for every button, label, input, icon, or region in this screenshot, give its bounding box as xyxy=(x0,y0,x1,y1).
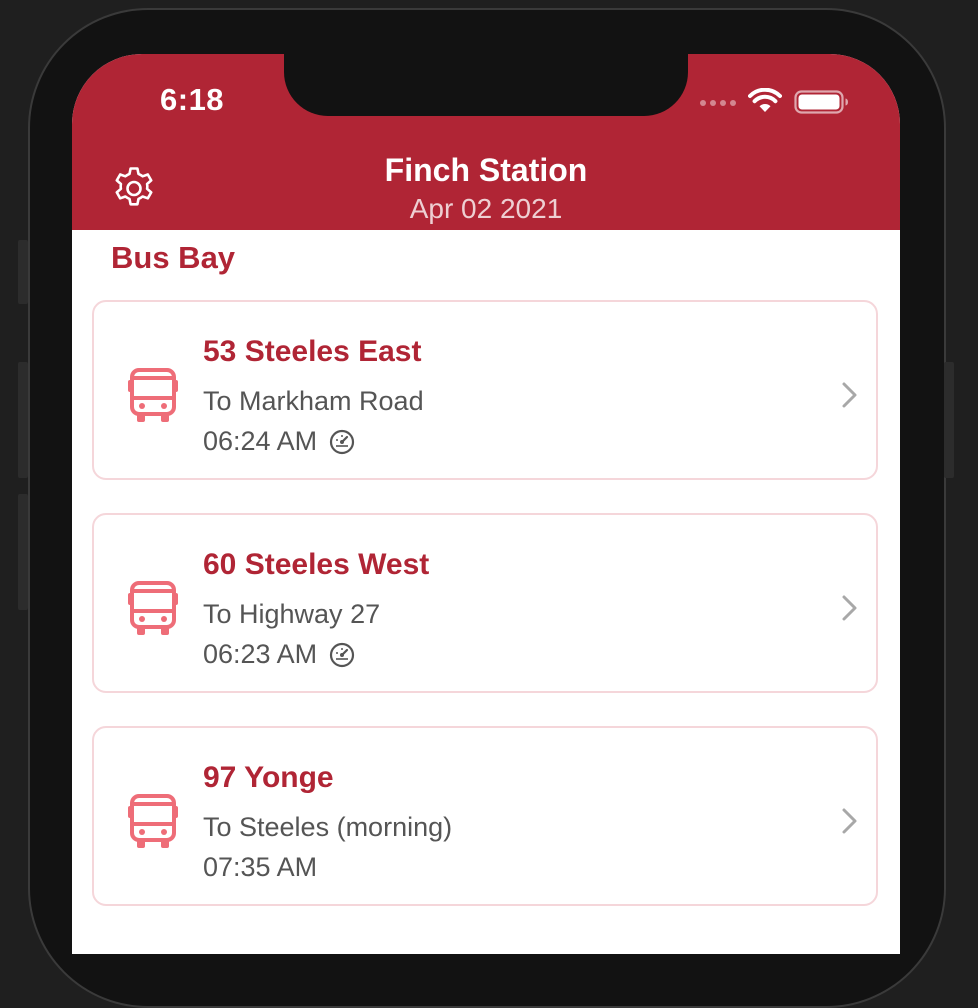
notch xyxy=(284,54,688,116)
page-subtitle-date: Apr 02 2021 xyxy=(409,193,563,224)
app-screen: 6:18 Finch Station Apr 02 2021 Bus Bay 5… xyxy=(72,54,900,954)
wifi-icon xyxy=(748,88,782,112)
bus-icon xyxy=(128,794,178,848)
route-card[interactable]: 60 Steeles West To Highway 27 06:23 AM xyxy=(92,513,878,693)
route-name: 53 Steeles East xyxy=(203,335,422,368)
bus-icon xyxy=(128,368,178,422)
chevron-right-icon xyxy=(842,595,857,621)
cellular-signal-icon xyxy=(700,100,736,106)
departure-row: 06:24 AM xyxy=(203,426,355,457)
departure-time: 07:35 AM xyxy=(203,852,318,882)
nav-header: 6:18 Finch Station Apr 02 2021 xyxy=(72,54,900,230)
route-name: 97 Yonge xyxy=(203,761,334,794)
speedometer-icon xyxy=(329,429,355,454)
chevron-right-icon xyxy=(842,382,857,408)
departure-row: 06:23 AM xyxy=(203,639,355,670)
route-direction: To Markham Road xyxy=(203,386,424,416)
volume-up-button xyxy=(18,362,28,478)
departure-row: 07:35 AM xyxy=(203,852,317,883)
route-direction: To Steeles (morning) xyxy=(203,812,453,842)
volume-down-button xyxy=(18,494,28,610)
departure-time: 06:24 AM xyxy=(203,426,318,456)
page-title: Finch Station xyxy=(384,152,588,188)
status-time: 6:18 xyxy=(160,82,225,117)
section-header: Bus Bay xyxy=(111,240,236,275)
route-direction: To Highway 27 xyxy=(203,599,381,629)
bus-icon xyxy=(128,581,178,635)
speedometer-icon xyxy=(329,642,355,667)
battery-icon xyxy=(794,90,848,114)
route-name: 60 Steeles West xyxy=(203,548,430,581)
route-card[interactable]: 53 Steeles East To Markham Road 06:24 AM xyxy=(92,300,878,480)
route-card[interactable]: 97 Yonge To Steeles (morning) 07:35 AM xyxy=(92,726,878,906)
chevron-right-icon xyxy=(842,808,857,834)
power-button xyxy=(944,362,954,478)
departure-time: 06:23 AM xyxy=(203,639,318,669)
mute-switch xyxy=(18,240,28,304)
